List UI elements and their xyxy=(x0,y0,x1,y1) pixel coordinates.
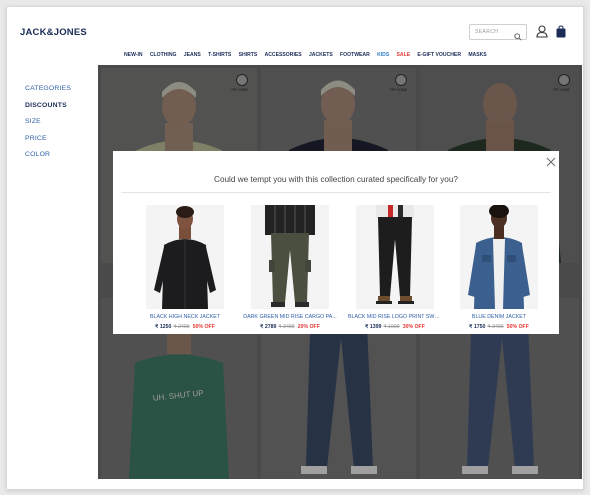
search-box[interactable]: SEARCH xyxy=(469,24,527,41)
product-price-row: ₹ 1399 ₹ 1999 30% OFF xyxy=(354,324,436,330)
product-discount: 20% OFF xyxy=(297,324,320,330)
nav-item-footwear[interactable]: FOOTWEAR xyxy=(340,52,370,58)
user-icon[interactable] xyxy=(536,25,548,43)
nav-item-clothing[interactable]: CLOTHING xyxy=(150,52,177,58)
nav-item-e-gift-voucher[interactable]: E-GIFT VOUCHER xyxy=(417,52,461,58)
nav-item-accessories[interactable]: ACCESSORIES xyxy=(265,52,302,58)
shopping-bag-icon[interactable] xyxy=(556,25,566,43)
product-image[interactable] xyxy=(460,205,538,309)
filter-color[interactable]: COLOR xyxy=(25,151,71,158)
product-name[interactable]: DARK GREEN MID RISE CARGO PA... xyxy=(243,314,337,320)
recommended-product-card[interactable]: BLACK HIGH NECK JACKET ₹ 1250 ₹ 2499 50% O… xyxy=(144,205,226,330)
product-price: ₹ 1250 xyxy=(155,324,172,330)
product-discount: 30% OFF xyxy=(402,324,425,330)
browser-page: JACK&JONES SEARCH NEW-IN CLOTHING JEANS … xyxy=(6,6,584,490)
product-price: ₹ 2789 xyxy=(260,324,277,330)
filter-categories[interactable]: CATEGORIES xyxy=(25,85,71,92)
main-nav: NEW-IN CLOTHING JEANS T-SHIRTS SHIRTS AC… xyxy=(124,52,494,58)
product-image[interactable] xyxy=(356,205,434,309)
nav-item-masks[interactable]: MASKS xyxy=(468,52,486,58)
nav-item-jackets[interactable]: JACKETS xyxy=(309,52,333,58)
product-price-row: ₹ 1250 ₹ 2499 50% OFF xyxy=(144,324,226,330)
product-discount: 50% OFF xyxy=(506,324,529,330)
recommended-product-card[interactable]: BLACK MID RISE LOGO PRINT SWE... ₹ 1399 ₹… xyxy=(348,205,442,330)
product-mrp: ₹ 1999 xyxy=(383,324,400,330)
brand-logo[interactable]: JACK&JONES xyxy=(20,27,87,38)
nav-item-shirts[interactable]: SHIRTS xyxy=(239,52,258,58)
product-image[interactable] xyxy=(146,205,224,309)
product-price-row: ₹ 2789 ₹ 3499 20% OFF xyxy=(249,324,331,330)
modal-title: Could we tempt you with this collection … xyxy=(214,175,458,184)
product-name[interactable]: BLACK MID RISE LOGO PRINT SWE... xyxy=(348,314,442,320)
filter-sidebar: CATEGORIES DISCOUNTS SIZE PRICE COLOR xyxy=(25,85,71,168)
product-name[interactable]: BLACK HIGH NECK JACKET xyxy=(138,314,232,320)
nav-item-jeans[interactable]: JEANS xyxy=(184,52,201,58)
filter-price[interactable]: PRICE xyxy=(25,135,71,142)
recommendation-modal: Could we tempt you with this collection … xyxy=(113,151,559,334)
search-placeholder: SEARCH xyxy=(475,29,499,35)
product-price-row: ₹ 1750 ₹ 3499 50% OFF xyxy=(458,324,540,330)
product-mrp: ₹ 3499 xyxy=(278,324,295,330)
product-name[interactable]: BLUE DENIM JACKET xyxy=(452,314,546,320)
nav-item-sale[interactable]: SALE xyxy=(397,52,411,58)
recommended-product-card[interactable]: DARK GREEN MID RISE CARGO PA... ₹ 2789 ₹ … xyxy=(243,205,337,330)
product-price: ₹ 1399 xyxy=(365,324,382,330)
product-mrp: ₹ 3499 xyxy=(487,324,504,330)
product-image[interactable] xyxy=(251,205,329,309)
search-icon[interactable] xyxy=(514,28,522,46)
modal-divider xyxy=(121,192,551,193)
nav-item-new-in[interactable]: NEW-IN xyxy=(124,52,143,58)
close-icon[interactable] xyxy=(546,154,556,172)
recommended-product-card[interactable]: BLUE DENIM JACKET ₹ 1750 ₹ 3499 50% OFF xyxy=(458,205,540,330)
product-mrp: ₹ 2499 xyxy=(173,324,190,330)
product-discount: 50% OFF xyxy=(192,324,215,330)
product-price: ₹ 1750 xyxy=(469,324,486,330)
nav-item-kids[interactable]: KIDS xyxy=(377,52,389,58)
filter-discounts[interactable]: DISCOUNTS xyxy=(25,102,71,109)
filter-size[interactable]: SIZE xyxy=(25,118,71,125)
nav-item-t-shirts[interactable]: T-SHIRTS xyxy=(208,52,231,58)
